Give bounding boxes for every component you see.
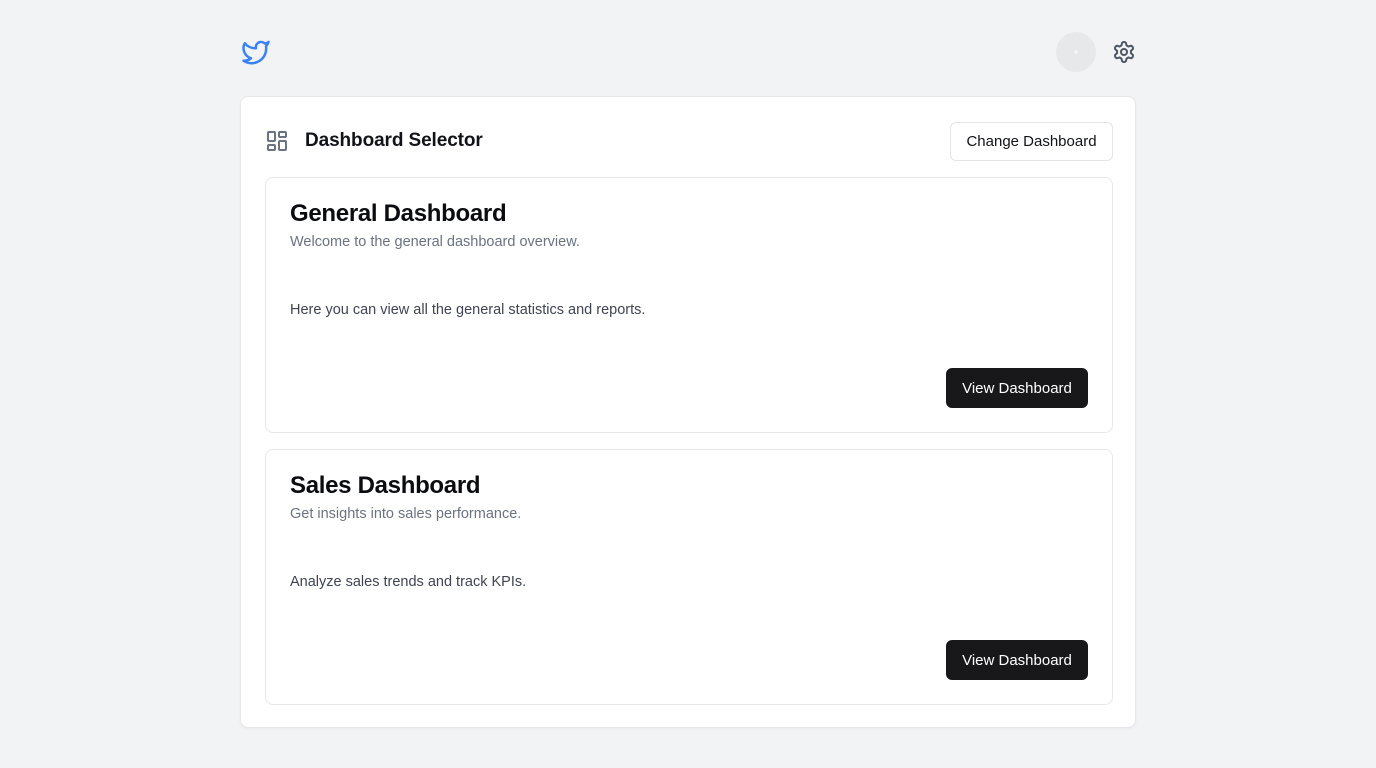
dashboard-card-general: General Dashboard Welcome to the general… — [265, 177, 1113, 433]
twitter-bird-icon[interactable] — [240, 37, 272, 67]
view-dashboard-button[interactable]: View Dashboard — [946, 368, 1088, 408]
dashboard-card-sales: Sales Dashboard Get insights into sales … — [265, 449, 1113, 705]
card-subtitle: Get insights into sales performance. — [290, 506, 522, 522]
page-title: Dashboard Selector — [305, 130, 483, 151]
layout-grid-icon — [265, 129, 289, 153]
panel-header: Dashboard Selector Change Dashboard — [265, 121, 1113, 161]
card-subtitle: Welcome to the general dashboard overvie… — [290, 234, 580, 250]
avatar-placeholder-dot — [1074, 50, 1078, 54]
card-description: Analyze sales trends and track KPIs. — [290, 574, 527, 590]
card-title: General Dashboard — [290, 200, 507, 227]
top-bar — [240, 0, 1136, 96]
view-dashboard-button[interactable]: View Dashboard — [946, 640, 1088, 680]
dashboard-selector-panel: Dashboard Selector Change Dashboard Gene… — [240, 96, 1136, 728]
app-root: Dashboard Selector Change Dashboard Gene… — [240, 0, 1136, 728]
change-dashboard-button[interactable]: Change Dashboard — [950, 122, 1113, 161]
card-title: Sales Dashboard — [290, 472, 481, 499]
card-description: Here you can view all the general statis… — [290, 302, 646, 318]
avatar[interactable] — [1056, 32, 1096, 72]
gear-icon[interactable] — [1112, 40, 1136, 64]
